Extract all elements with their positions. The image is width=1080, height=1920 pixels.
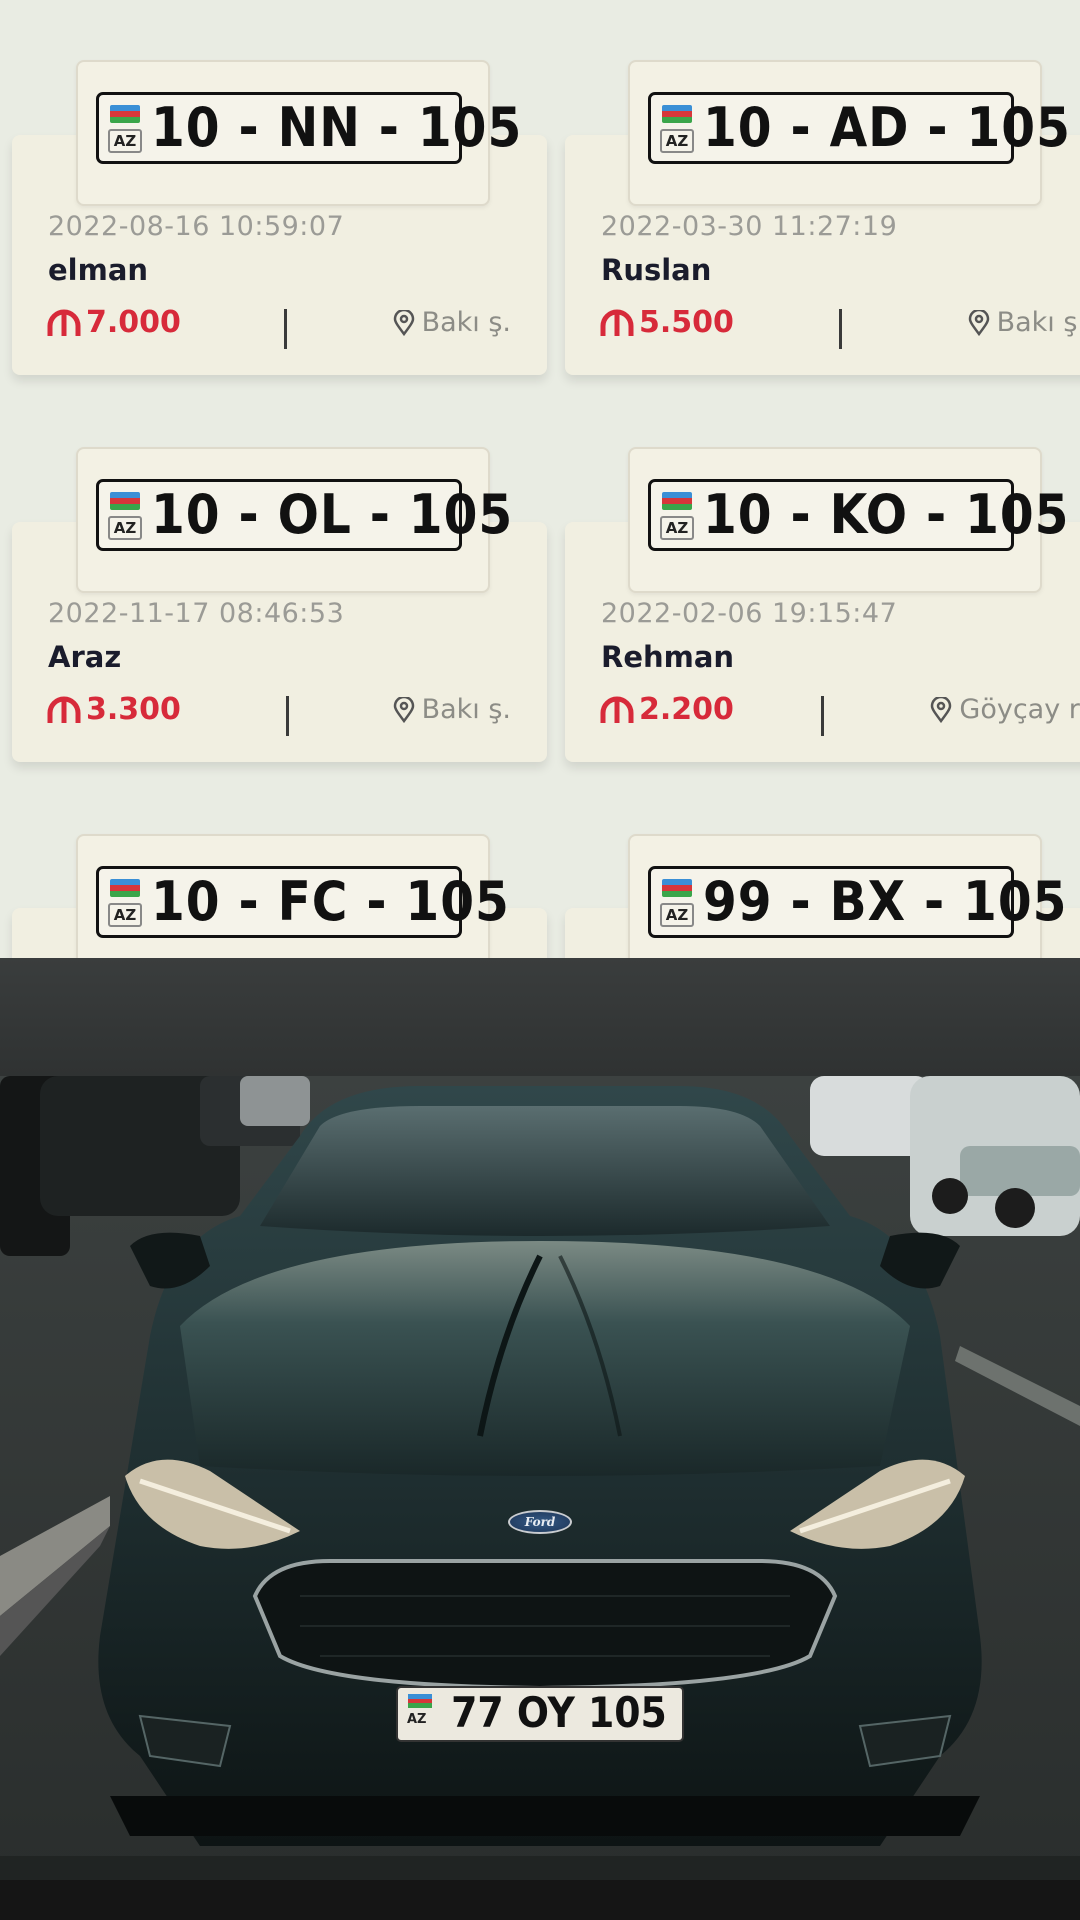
map-pin-icon — [931, 697, 952, 723]
listing-price: 7.000 — [46, 303, 181, 343]
divider — [821, 696, 824, 736]
seller-name: Ruslan — [601, 253, 712, 287]
listing-date: 2022-03-30 11:27:19 — [601, 211, 898, 242]
listing-date: 2022-08-16 10:59:07 — [48, 211, 345, 242]
price-value: 7.000 — [86, 305, 181, 340]
license-plate: AZ 10 - AD - 105 — [648, 92, 1071, 164]
plate-region: AZ — [108, 516, 142, 540]
plate-region: AZ — [660, 516, 694, 540]
plate-region: AZ — [108, 903, 142, 927]
car-photo: Ford AZ 77 OY 105 — [0, 1076, 1080, 1880]
listing-location: Göyçay r. — [929, 690, 1080, 730]
price-value: 3.300 — [86, 692, 181, 727]
plate-number: 77 OY 105 — [451, 1688, 667, 1737]
listing-location: Bakı ş. — [392, 690, 511, 730]
seller-name: Araz — [48, 640, 122, 674]
divider — [284, 309, 287, 349]
listing-price: 5.500 — [599, 303, 734, 343]
license-plate: AZ 99 - BX - 105 — [648, 866, 1068, 938]
location-text: Bakı ş. — [421, 307, 511, 338]
listing-price: 2.200 — [599, 690, 734, 730]
license-plate: AZ 10 - OL - 105 — [96, 479, 514, 551]
az-flag-icon — [662, 879, 692, 897]
seller-name: Rehman — [601, 640, 735, 674]
listing-location: Bakı ş. — [967, 303, 1080, 343]
map-pin-icon — [968, 310, 989, 336]
plate-number: 10 - OL - 105 — [151, 483, 514, 546]
plate-listings: 2022-08-16 10:59:07 elman 7.000 Bakı ş. … — [0, 0, 1080, 958]
map-pin-icon — [393, 697, 414, 723]
plate-region: AZ — [108, 129, 142, 153]
plate-number: 10 - FC - 105 — [151, 870, 510, 933]
plate-region: AZ — [407, 1712, 427, 1727]
plate-number: 10 - KO - 105 — [703, 483, 1070, 546]
manat-icon — [47, 696, 81, 723]
divider — [839, 309, 842, 349]
listing-price: 3.300 — [46, 690, 181, 730]
car-license-plate: AZ 77 OY 105 — [396, 1686, 684, 1742]
license-plate: AZ 10 - FC - 105 — [96, 866, 510, 938]
car-photo-illustration — [0, 1076, 1080, 1880]
az-flag-icon — [110, 492, 140, 510]
manat-icon — [600, 309, 634, 336]
license-plate: AZ 10 - KO - 105 — [648, 479, 1070, 551]
divider-band — [0, 958, 1080, 1076]
az-flag-icon — [110, 879, 140, 897]
price-value: 2.200 — [639, 692, 734, 727]
ford-badge: Ford — [508, 1510, 572, 1534]
az-flag-icon — [662, 492, 692, 510]
listing-location: Bakı ş. — [392, 303, 511, 343]
price-value: 5.500 — [639, 305, 734, 340]
plate-region: AZ — [660, 129, 694, 153]
listing-date: 2022-11-17 08:46:53 — [48, 598, 345, 629]
plate-image[interactable]: AZ 10 - OL - 105 — [76, 447, 514, 593]
plate-image[interactable]: AZ 10 - FC - 105 — [76, 834, 510, 958]
plate-image[interactable]: AZ 10 - NN - 105 — [76, 60, 523, 206]
bottom-bar — [0, 1880, 1080, 1920]
manat-icon — [600, 696, 634, 723]
location-text: Bakı ş. — [421, 694, 511, 725]
plate-region: AZ — [660, 903, 694, 927]
az-flag-icon — [662, 105, 692, 123]
plate-image[interactable]: AZ 10 - AD - 105 — [628, 60, 1071, 206]
location-text: Bakı ş. — [996, 307, 1080, 338]
manat-icon — [47, 309, 81, 336]
listing-date: 2022-02-06 19:15:47 — [601, 598, 898, 629]
divider — [286, 696, 289, 736]
plate-number: 10 - NN - 105 — [151, 96, 523, 159]
plate-image[interactable]: AZ 99 - BX - 105 — [628, 834, 1068, 958]
az-flag-icon — [408, 1694, 432, 1708]
map-pin-icon — [393, 310, 414, 336]
location-text: Göyçay r. — [959, 694, 1080, 725]
plate-number: 99 - BX - 105 — [703, 870, 1068, 933]
license-plate: AZ 10 - NN - 105 — [96, 92, 523, 164]
plate-image[interactable]: AZ 10 - KO - 105 — [628, 447, 1070, 593]
seller-name: elman — [48, 253, 149, 287]
plate-number: 10 - AD - 105 — [703, 96, 1071, 159]
az-flag-icon — [110, 105, 140, 123]
